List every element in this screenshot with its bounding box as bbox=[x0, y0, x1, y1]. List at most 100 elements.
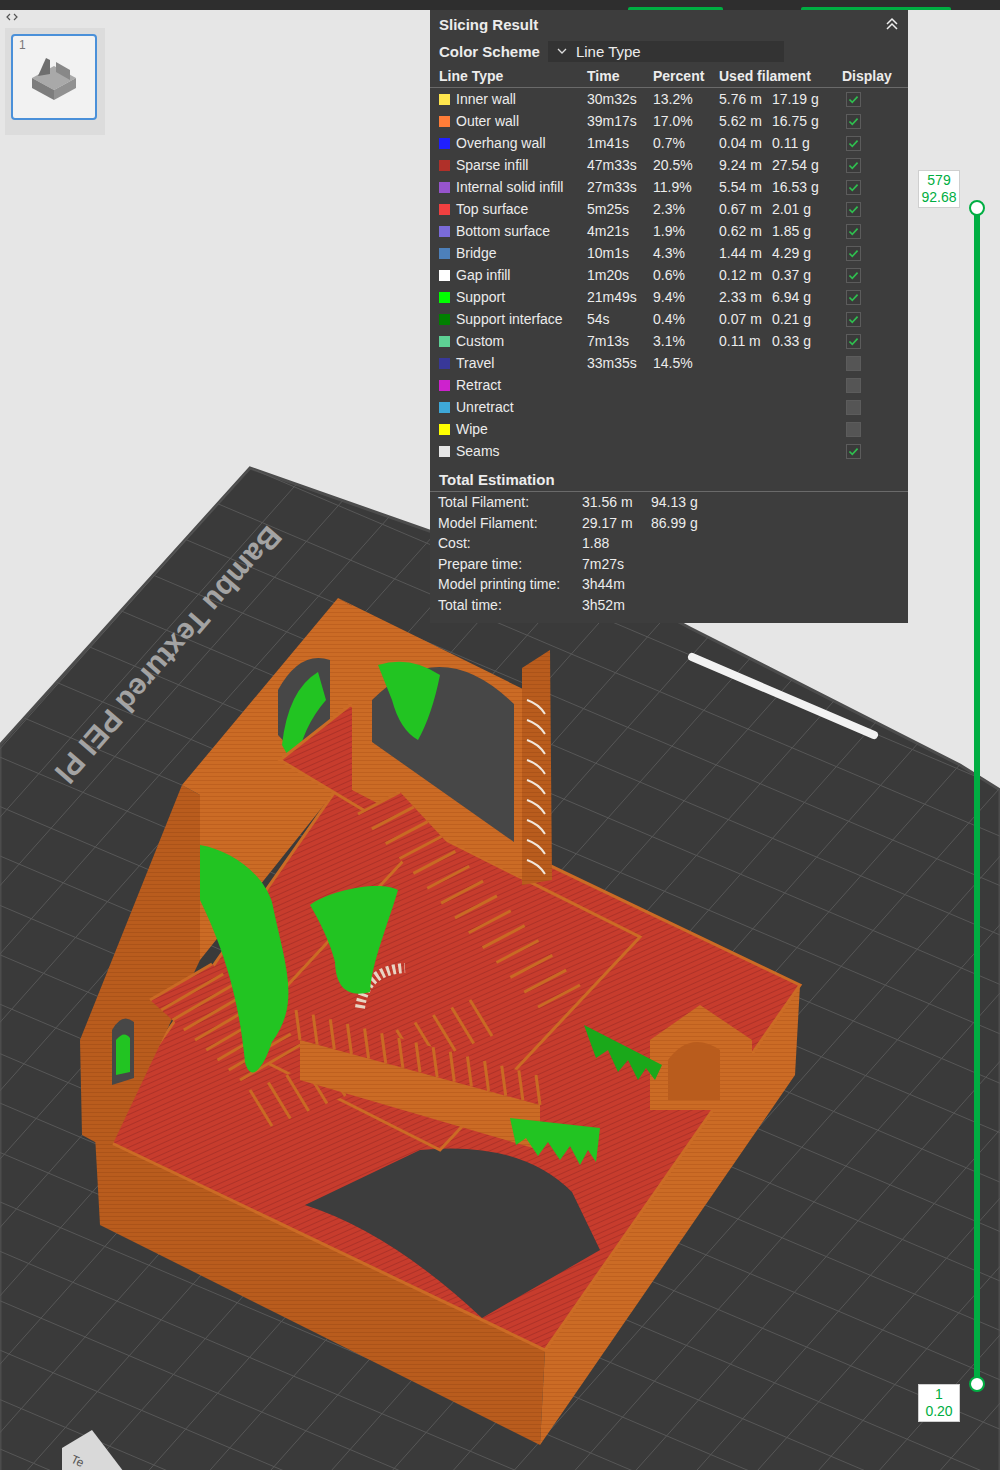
line-type-name: Support bbox=[439, 289, 587, 305]
color-swatch bbox=[439, 380, 450, 391]
plate-grid-line bbox=[0, 10, 1000, 1470]
plate-grid-line bbox=[0, 10, 1000, 1470]
plate-grid-line bbox=[0, 10, 1000, 1470]
weight-cell: 1.85 g bbox=[772, 223, 842, 239]
color-scheme-dropdown[interactable]: Line Type bbox=[548, 41, 784, 62]
display-checkbox[interactable] bbox=[846, 400, 861, 415]
display-checkbox[interactable] bbox=[846, 158, 861, 173]
stair-step bbox=[268, 1083, 290, 1119]
plate-grid-line bbox=[0, 10, 1000, 1470]
stair-step bbox=[416, 1043, 420, 1073]
line-type-name: Travel bbox=[439, 355, 587, 371]
ladder-rung bbox=[527, 800, 545, 814]
upper-handle[interactable] bbox=[969, 200, 985, 216]
percent-cell: 11.9% bbox=[653, 179, 719, 195]
plate-grid-line bbox=[0, 10, 1000, 1470]
plate-grid-line bbox=[0, 10, 1000, 1470]
weight-cell: 16.75 g bbox=[772, 113, 842, 129]
display-checkbox[interactable] bbox=[846, 202, 861, 217]
plate-grid-line bbox=[0, 10, 1000, 1470]
display-checkbox[interactable] bbox=[846, 268, 861, 283]
plate-grid-line bbox=[0, 10, 1000, 1211]
display-checkbox[interactable] bbox=[846, 334, 861, 349]
plate-grid-line bbox=[0, 478, 1000, 1470]
display-checkbox[interactable] bbox=[846, 92, 861, 107]
color-swatch bbox=[439, 138, 450, 149]
plate-thumbnail[interactable]: 1 bbox=[11, 34, 97, 120]
stair-step bbox=[358, 792, 400, 814]
plate-mark bbox=[692, 657, 874, 735]
stair-step bbox=[455, 896, 497, 918]
display-checkbox[interactable] bbox=[846, 444, 861, 459]
total-label: Total Filament: bbox=[438, 494, 582, 510]
plate-grid-line bbox=[0, 10, 1000, 1247]
percent-cell: 3.1% bbox=[653, 333, 719, 349]
slider-track[interactable] bbox=[974, 208, 980, 1384]
plate-grid-line bbox=[0, 10, 1000, 1470]
expand-icon[interactable] bbox=[6, 12, 18, 22]
display-checkbox[interactable] bbox=[846, 378, 861, 393]
length-cell: 0.04 m bbox=[719, 135, 772, 151]
line-type-row: Support21m49s9.4%2.33 m6.94 g bbox=[430, 286, 908, 308]
plate-grid-line bbox=[0, 10, 1000, 1462]
plate-grid-line bbox=[0, 10, 1000, 1470]
base-floor bbox=[95, 770, 800, 1350]
display-checkbox[interactable] bbox=[846, 246, 861, 261]
plate-grid-line bbox=[0, 10, 1000, 1470]
plate-grid-line bbox=[0, 10, 1000, 1470]
display-checkbox[interactable] bbox=[846, 114, 861, 129]
percent-cell: 0.7% bbox=[653, 135, 719, 151]
display-checkbox[interactable] bbox=[846, 136, 861, 151]
display-checkbox[interactable] bbox=[846, 312, 861, 327]
plate-grid-line bbox=[0, 12, 1000, 1470]
plate-grid-line bbox=[0, 10, 1000, 1470]
support bbox=[584, 1025, 662, 1080]
color-scheme-row: Color SchemeLine Type bbox=[430, 38, 908, 64]
lower-handle[interactable] bbox=[969, 1376, 985, 1392]
plate-grid-line bbox=[0, 10, 1000, 1470]
display-checkbox[interactable] bbox=[846, 180, 861, 195]
total-value: 3h44m bbox=[582, 576, 651, 592]
total-row: Cost:1.88 bbox=[430, 533, 908, 554]
plate-grid-line bbox=[0, 10, 1000, 1470]
plate-grid-line bbox=[0, 10, 1000, 1470]
time-cell: 1m20s bbox=[587, 267, 653, 283]
line-type-name: Bridge bbox=[439, 245, 587, 261]
display-checkbox[interactable] bbox=[846, 224, 861, 239]
plate-grid-line bbox=[0, 10, 1000, 1470]
display-checkbox[interactable] bbox=[846, 422, 861, 437]
slicing-result-panel: Slicing ResultColor SchemeLine TypeLine … bbox=[430, 10, 908, 623]
plate-grid-line bbox=[66, 10, 1000, 1470]
line-type-name: Unretract bbox=[439, 399, 587, 415]
check-icon bbox=[847, 291, 860, 304]
plate-grid-line bbox=[0, 10, 1000, 1470]
total-value: 86.99 g bbox=[651, 515, 900, 531]
weight-cell: 2.01 g bbox=[772, 201, 842, 217]
total-label: Prepare time: bbox=[438, 556, 582, 572]
color-swatch bbox=[439, 204, 450, 215]
check-icon bbox=[847, 269, 860, 282]
time-cell: 27m33s bbox=[587, 179, 653, 195]
side-box-opening bbox=[668, 1042, 720, 1100]
weight-cell: 6.94 g bbox=[772, 289, 842, 305]
check-icon bbox=[847, 225, 860, 238]
collapse-icon[interactable] bbox=[884, 16, 900, 32]
check-icon bbox=[847, 159, 860, 172]
weight-cell: 0.21 g bbox=[772, 311, 842, 327]
plate-grid-line bbox=[0, 10, 1000, 1470]
layer-slider[interactable]: 57992.6810.20 bbox=[918, 170, 988, 1422]
plate-grid-line bbox=[0, 10, 1000, 1470]
plate-grid-line bbox=[0, 10, 1000, 1470]
stair-step bbox=[400, 837, 442, 859]
plate-grid-line bbox=[0, 658, 1000, 1470]
line-type-row: Gap infill1m20s0.6%0.12 m0.37 g bbox=[430, 264, 908, 286]
left-arch-opening bbox=[112, 1018, 134, 1085]
display-checkbox[interactable] bbox=[846, 356, 861, 371]
stair-step bbox=[347, 1024, 351, 1054]
check-icon bbox=[847, 313, 860, 326]
percent-cell: 9.4% bbox=[653, 289, 719, 305]
time-cell: 7m13s bbox=[587, 333, 653, 349]
display-checkbox[interactable] bbox=[846, 290, 861, 305]
stair-step bbox=[161, 974, 223, 1010]
length-cell: 9.24 m bbox=[719, 157, 772, 173]
